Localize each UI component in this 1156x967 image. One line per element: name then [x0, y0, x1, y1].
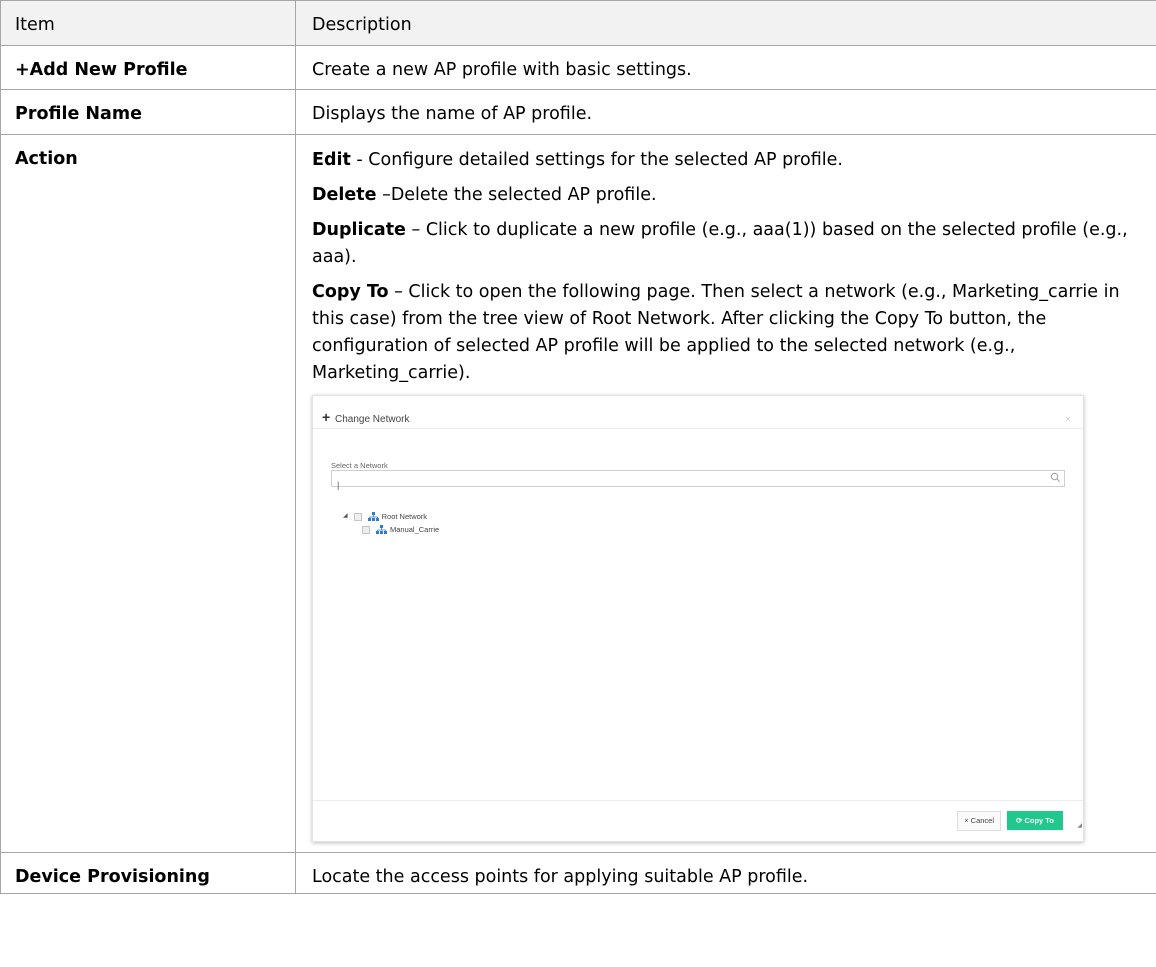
expand-triangle-icon[interactable]: ◢ — [343, 503, 348, 530]
plus-icon: + — [322, 409, 331, 425]
tree-checkbox[interactable] — [362, 525, 370, 534]
table-row: Device Provisioning Locate the access po… — [0, 852, 1156, 894]
header-item: Item — [0, 0, 296, 46]
tree-item-manual-carrie[interactable]: Manual_Carrie — [362, 516, 439, 543]
close-icon[interactable]: × — [1065, 406, 1071, 433]
header-description-text: Description — [312, 15, 412, 35]
table-row: +Add New Profile Create a new AP profile… — [0, 45, 1156, 90]
resize-handle-icon[interactable]: ◢ — [1077, 813, 1082, 840]
row-description: Locate the access points for applying su… — [312, 867, 809, 887]
copy-to-button[interactable]: ⟳ Copy To — [1007, 811, 1063, 830]
action-description: Edit - Configure detailed settings for t… — [296, 135, 1156, 842]
search-icon — [1050, 472, 1060, 482]
action-delete: Delete –Delete the selected AP profile. — [312, 185, 657, 205]
network-search-input[interactable]: | — [331, 470, 1065, 490]
copy-icon: ⟳ — [1016, 816, 1023, 825]
cancel-button[interactable]: × Cancel — [957, 811, 1001, 831]
header-item-text: Item — [15, 15, 55, 35]
dialog-footer: × Cancel ⟳ Copy To — [313, 800, 1083, 841]
row-item-label: Profile Name — [15, 104, 142, 124]
row-item-label: Device Provisioning — [15, 867, 210, 887]
action-edit: Edit - Configure detailed settings for t… — [312, 150, 843, 170]
action-duplicate: Duplicate – Click to duplicate a new pro… — [312, 220, 1128, 267]
tree-item-label: Manual_Carrie — [390, 525, 440, 534]
row-description: Displays the name of AP profile. — [312, 104, 593, 124]
table-row: Profile Name Displays the name of AP pro… — [0, 89, 1156, 135]
network-icon — [376, 525, 387, 534]
text-cursor: | — [337, 480, 340, 490]
dialog-title: Change Network — [335, 414, 410, 425]
table-header-row: Item Description — [0, 0, 1156, 46]
row-item-label: +Add New Profile — [15, 60, 188, 80]
copy-to-label: Copy To — [1024, 816, 1054, 825]
description-table: Item Description +Add New Profile Create… — [0, 0, 1156, 894]
header-description: Description — [295, 0, 1156, 46]
change-network-dialog: + Change Network × Select a Network | ◢ — [312, 395, 1084, 842]
tree-checkbox[interactable] — [353, 512, 362, 521]
action-copy-to: Copy To – Click to open the following pa… — [312, 282, 1120, 383]
table-row: Action Edit - Configure detailed setting… — [0, 134, 1156, 853]
dialog-header: + Change Network × — [313, 396, 1083, 429]
row-item-label: Action — [15, 149, 78, 169]
row-description: Create a new AP profile with basic setti… — [312, 60, 692, 80]
